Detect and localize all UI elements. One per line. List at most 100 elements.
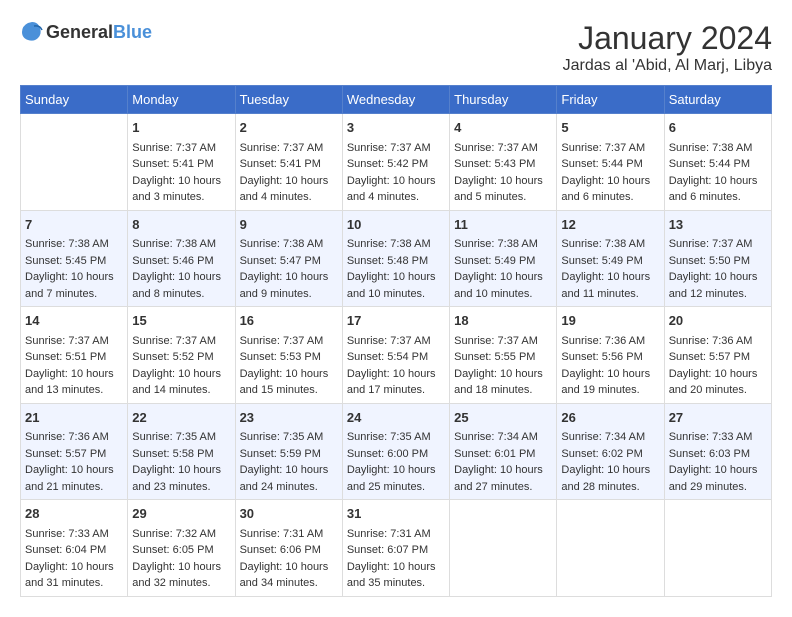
day-info: Sunrise: 7:32 AM: [132, 526, 230, 543]
day-info: Sunset: 5:42 PM: [347, 156, 445, 173]
day-info: Daylight: 10 hours: [454, 366, 552, 383]
calendar-cell: 3Sunrise: 7:37 AMSunset: 5:42 PMDaylight…: [342, 114, 449, 211]
day-info: Sunset: 5:48 PM: [347, 253, 445, 270]
day-number: 12: [561, 215, 659, 235]
day-info: Daylight: 10 hours: [669, 269, 767, 286]
day-info: Sunset: 5:52 PM: [132, 349, 230, 366]
calendar-cell: 19Sunrise: 7:36 AMSunset: 5:56 PMDayligh…: [557, 307, 664, 404]
day-info: and 20 minutes.: [669, 382, 767, 399]
day-info: Daylight: 10 hours: [454, 269, 552, 286]
day-info: Sunrise: 7:35 AM: [132, 429, 230, 446]
day-info: Sunset: 5:55 PM: [454, 349, 552, 366]
day-number: 27: [669, 408, 767, 428]
day-number: 24: [347, 408, 445, 428]
day-info: Daylight: 10 hours: [132, 269, 230, 286]
week-row-5: 28 Sunrise: 7:33 AMSunset: 6:04 PM Dayligh…: [21, 500, 772, 597]
day-info: and 10 minutes.: [454, 286, 552, 303]
day-number: 28: [25, 504, 123, 524]
day-info: Sunset: 5:49 PM: [561, 253, 659, 270]
day-info: and 32 minutes.: [132, 575, 230, 592]
day-info: Sunset: 5:51 PM: [25, 349, 123, 366]
day-info: Sunset: 5:59 PM: [240, 446, 338, 463]
day-info: and 4 minutes.: [347, 189, 445, 206]
day-info: Sunrise: 7:37 AM: [347, 333, 445, 350]
day-info: and 23 minutes.: [132, 479, 230, 496]
day-info: Daylight: 10 hours: [561, 366, 659, 383]
day-info: Sunrise: 7:31 AM: [347, 526, 445, 543]
day-info: Sunset: 5:53 PM: [240, 349, 338, 366]
day-info: Sunrise: 7:37 AM: [561, 140, 659, 157]
location-subtitle: Jardas al 'Abid, Al Marj, Libya: [563, 57, 772, 75]
day-number: 1: [132, 118, 230, 138]
header-day-thursday: Thursday: [450, 86, 557, 114]
day-info: Daylight: 10 hours: [454, 462, 552, 479]
day-info: Sunset: 5:49 PM: [454, 253, 552, 270]
header-day-tuesday: Tuesday: [235, 86, 342, 114]
day-info: and 31 minutes.: [25, 575, 123, 592]
day-info: Sunset: 5:46 PM: [132, 253, 230, 270]
day-info: Sunset: 6:01 PM: [454, 446, 552, 463]
calendar-cell: 29Sunrise: 7:32 AMSunset: 6:05 PMDayligh…: [128, 500, 235, 597]
day-info: and 17 minutes.: [347, 382, 445, 399]
calendar-cell: 24Sunrise: 7:35 AMSunset: 6:00 PMDayligh…: [342, 403, 449, 500]
day-info: Sunrise: 7:36 AM: [25, 429, 123, 446]
calendar-cell: [664, 500, 771, 597]
day-info: Daylight: 10 hours: [240, 366, 338, 383]
day-number: 3: [347, 118, 445, 138]
calendar-table: SundayMondayTuesdayWednesdayThursdayFrid…: [20, 85, 772, 597]
day-info: and 9 minutes.: [240, 286, 338, 303]
day-info: Sunset: 5:41 PM: [240, 156, 338, 173]
day-info: Sunrise: 7:38 AM: [25, 236, 123, 253]
week-row-3: 14 Sunrise: 7:37 AM Sunset: 5:51 PM Dayligh…: [21, 307, 772, 404]
day-info: Daylight: 10 hours: [561, 173, 659, 190]
title-block: January 2024 Jardas al 'Abid, Al Marj, L…: [563, 20, 772, 75]
day-info: Sunrise: 7:37 AM: [454, 333, 552, 350]
header-day-wednesday: Wednesday: [342, 86, 449, 114]
day-info: and 18 minutes.: [454, 382, 552, 399]
day-info: Sunrise: 7:35 AM: [240, 429, 338, 446]
day-info: and 11 minutes.: [561, 286, 659, 303]
day-number: 14: [25, 311, 123, 331]
day-number: 29: [132, 504, 230, 524]
calendar-cell: 25Sunrise: 7:34 AMSunset: 6:01 PMDayligh…: [450, 403, 557, 500]
calendar-cell: 4Sunrise: 7:37 AMSunset: 5:43 PMDaylight…: [450, 114, 557, 211]
day-number: 8: [132, 215, 230, 235]
calendar-cell: 20Sunrise: 7:36 AMSunset: 5:57 PMDayligh…: [664, 307, 771, 404]
day-number: 19: [561, 311, 659, 331]
day-info: and 19 minutes.: [561, 382, 659, 399]
day-info: Daylight: 10 hours: [240, 269, 338, 286]
day-info: Sunset: 6:00 PM: [347, 446, 445, 463]
day-number: 18: [454, 311, 552, 331]
day-info: Sunset: 5:58 PM: [132, 446, 230, 463]
calendar-cell: 27Sunrise: 7:33 AMSunset: 6:03 PMDayligh…: [664, 403, 771, 500]
day-info: and 12 minutes.: [669, 286, 767, 303]
day-info: and 10 minutes.: [347, 286, 445, 303]
calendar-cell: 23Sunrise: 7:35 AMSunset: 5:59 PMDayligh…: [235, 403, 342, 500]
day-info: Sunset: 6:02 PM: [561, 446, 659, 463]
calendar-cell: 10Sunrise: 7:38 AMSunset: 5:48 PMDayligh…: [342, 210, 449, 307]
day-info: Sunset: 6:04 PM: [25, 542, 123, 559]
day-number: 20: [669, 311, 767, 331]
day-info: Sunrise: 7:37 AM: [454, 140, 552, 157]
day-number: 17: [347, 311, 445, 331]
day-info: Sunrise: 7:33 AM: [25, 526, 123, 543]
calendar-cell: 11Sunrise: 7:38 AMSunset: 5:49 PMDayligh…: [450, 210, 557, 307]
day-info: Sunrise: 7:38 AM: [132, 236, 230, 253]
day-info: Sunset: 5:54 PM: [347, 349, 445, 366]
calendar-cell: 21Sunrise: 7:36 AMSunset: 5:57 PMDayligh…: [21, 403, 128, 500]
day-number: 31: [347, 504, 445, 524]
day-info: Sunset: 5:56 PM: [561, 349, 659, 366]
logo: GeneralBlue: [20, 20, 152, 44]
day-info: Sunrise: 7:38 AM: [240, 236, 338, 253]
logo-blue: Blue: [113, 22, 152, 42]
day-info: Daylight: 10 hours: [132, 366, 230, 383]
day-number: 26: [561, 408, 659, 428]
day-info: Daylight: 10 hours: [240, 559, 338, 576]
day-info: Sunrise: 7:34 AM: [561, 429, 659, 446]
calendar-cell: 13Sunrise: 7:37 AMSunset: 5:50 PMDayligh…: [664, 210, 771, 307]
logo-icon: [20, 20, 44, 44]
day-info: Sunrise: 7:37 AM: [240, 333, 338, 350]
day-info: Sunrise: 7:33 AM: [669, 429, 767, 446]
week-row-2: 7Sunrise: 7:38 AMSunset: 5:45 PMDaylight…: [21, 210, 772, 307]
day-info: and 28 minutes.: [561, 479, 659, 496]
